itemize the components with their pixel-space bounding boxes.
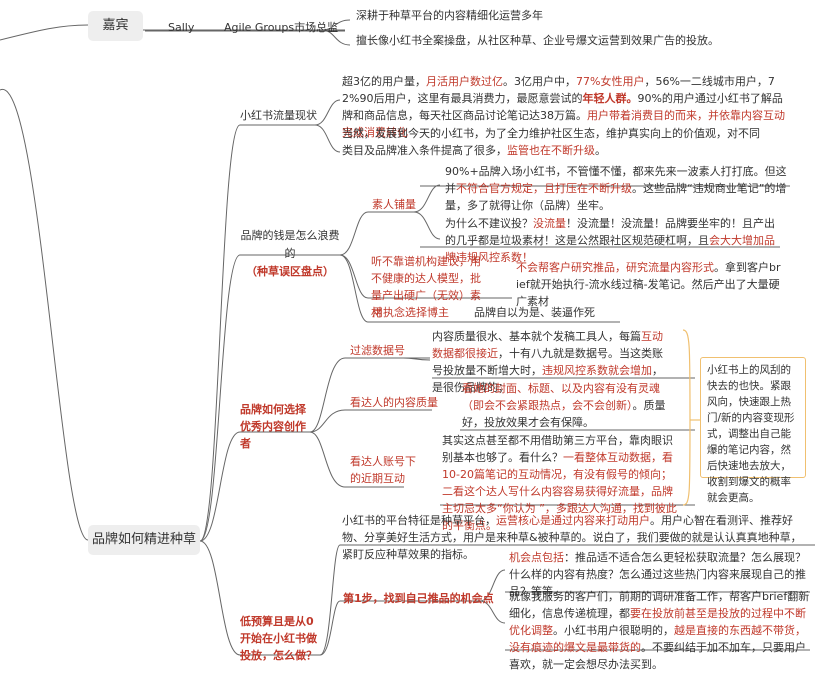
guest-name: Sally bbox=[168, 21, 195, 34]
sec3-sub2-para: 看她的封面、标题、以及内容有没有灵魂（即会不会紧跟热点，会不会创新）。质量好，投… bbox=[462, 380, 677, 431]
sec3-label: 品牌如何选择优秀内容创作者 bbox=[240, 403, 306, 450]
sec3-sub3: 看达人账号下的近期互动 bbox=[350, 455, 416, 485]
text-run: 月活用户数过亿 bbox=[426, 75, 503, 88]
text-run: 为什么不建议投？ bbox=[445, 217, 533, 230]
sec2-sub1-para-1: 90%+品牌入场小红书，不管懂不懂，都来先来一波素人打打底。但这并不符合官方规定… bbox=[445, 163, 790, 214]
guest-desc-1: 深耕于种草平台的内容精细化运营多年 bbox=[356, 9, 543, 22]
sec1-para-2: 当然，发展到今天的小红书，为了全力维护社区生态，维护真实向上的价值观，对不同类目… bbox=[342, 125, 762, 159]
text-run: 小红书的平台特征是种草平台， bbox=[342, 514, 496, 527]
sec3-note: 小红书上的风刮的快去的也快。紧跟风向，快速跟上热门/新的内容变现形式，调整出自己… bbox=[700, 357, 806, 504]
text-run: 不符合官方规定，且打压在不断升级 bbox=[456, 182, 632, 195]
sec4-step1: 第1步，找到自己推品的机会点 bbox=[343, 592, 494, 605]
text-run: 77%女性用户 bbox=[576, 75, 645, 88]
guest-desc-2: 擅长像小红书全案操盘，从社区种草、企业号爆文运营到效果广告的投放。 bbox=[356, 34, 719, 47]
sec3-sub2: 看达人的内容质量 bbox=[350, 396, 438, 409]
sec2-label-line2: （种草误区盘点） bbox=[246, 265, 334, 278]
text-run: 超3亿的用户量， bbox=[342, 75, 426, 88]
text-run: 。 bbox=[595, 144, 606, 157]
root-guest: 嘉宾 bbox=[88, 11, 143, 41]
root-topic: 品牌如何精进种草 bbox=[88, 525, 200, 555]
guest-title: Agile Groups市场总监 bbox=[224, 21, 339, 34]
text-run: 内容质量很水、基本就个发稿工具人，每篇 bbox=[432, 330, 641, 343]
sec2-sub3: 用执念选择博主 bbox=[372, 306, 449, 319]
sec4-label: 低预算且是从0开始在小红书做投放，怎么做？ bbox=[240, 615, 317, 662]
sec2-sub2-para: 不会帮客户研究推品，研究流量内容形式。拿到客户brief就开始执行-流水线过稿-… bbox=[516, 259, 781, 310]
text-run: 没流量 bbox=[533, 217, 566, 230]
sec4-step1-para-2: 就像我服务的客户们，前期的调研准备工作，帮客户brief翻新细化，信息传递梳理，… bbox=[509, 588, 814, 673]
text-run: 监管也在不断升级 bbox=[507, 144, 595, 157]
sec3-sub1: 过滤数据号 bbox=[350, 344, 405, 357]
text-run: 机会点包括 bbox=[509, 551, 564, 564]
sec2-sub1: 素人铺量 bbox=[372, 198, 416, 211]
text-run: 违规风控系数就会增加 bbox=[542, 364, 652, 377]
text-run: 运营核心是通过内容来打动用户 bbox=[496, 514, 650, 527]
text-run: 。3亿用户中， bbox=[503, 75, 576, 88]
sec2-label-line1: 品牌的钱是怎么浪费的 bbox=[240, 229, 340, 260]
sec2-sub3-para: 品牌自以为是、装逼作死 bbox=[474, 306, 595, 319]
text-run: 年轻人群。 bbox=[582, 92, 638, 105]
text-run: 看她的封面、标题、以及内容有没有灵魂（即会不会紧跟热点，会不会创新） bbox=[462, 382, 660, 412]
sec2-label: 品牌的钱是怎么浪费的 （种草误区盘点） bbox=[240, 227, 340, 281]
sec1-label: 小红书流量现状 bbox=[240, 109, 317, 122]
text-run: 。小红书用户很聪明的， bbox=[553, 624, 674, 637]
text-run: 不会帮客户研究推品，研究流量内容形式 bbox=[516, 261, 714, 274]
